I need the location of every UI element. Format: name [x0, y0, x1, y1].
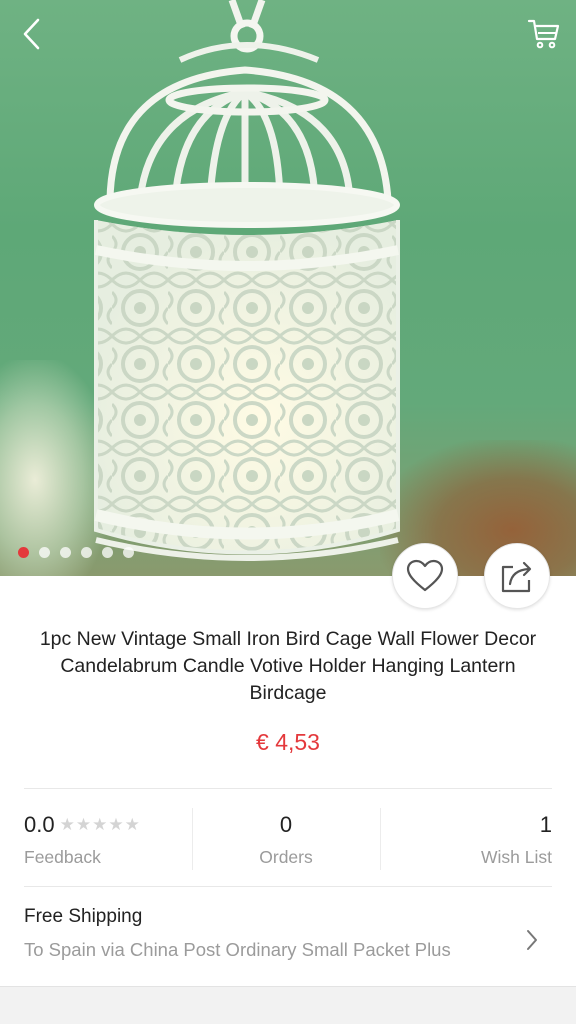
feedback-label: Feedback: [24, 847, 101, 867]
gallery-dot[interactable]: [18, 547, 29, 558]
back-button[interactable]: [12, 14, 52, 54]
star-icon: ★: [59, 815, 75, 834]
gallery-dot[interactable]: [81, 547, 92, 558]
wishlist-count: 1: [539, 812, 552, 837]
gallery-dot[interactable]: [102, 547, 113, 558]
feedback-stat[interactable]: 0.0 ★ ★ ★ ★ ★ Feedback: [24, 808, 192, 876]
gallery-dot[interactable]: [60, 547, 71, 558]
gallery-dot[interactable]: [123, 547, 134, 558]
cart-icon: [527, 19, 560, 49]
chevron-left-icon: [23, 18, 40, 50]
heart-icon: [406, 559, 444, 592]
rating-stars: ★ ★ ★ ★ ★: [60, 816, 140, 833]
wishlist-label: Wish List: [481, 847, 552, 867]
star-icon: ★: [92, 815, 108, 834]
shipping-detail: To Spain via China Post Ordinary Small P…: [24, 939, 451, 960]
cart-button[interactable]: [524, 14, 564, 54]
product-stats: 0.0 ★ ★ ★ ★ ★ Feedback 0 Orders 1 Wish List: [24, 808, 552, 876]
gallery-dot[interactable]: [39, 547, 50, 558]
section-separator: [0, 986, 576, 1024]
product-image-gallery[interactable]: [0, 0, 576, 576]
orders-label: Orders: [259, 847, 313, 867]
share-button[interactable]: [484, 543, 550, 609]
orders-count: 0: [279, 812, 293, 837]
share-icon: [501, 561, 532, 593]
shipping-row[interactable]: Free Shipping To Spain via China Post Or…: [24, 902, 552, 976]
shipping-title: Free Shipping: [24, 906, 143, 927]
divider: [24, 788, 552, 789]
star-icon: ★: [108, 815, 124, 834]
product-image: [94, 0, 400, 561]
divider: [24, 886, 552, 887]
wishlist-stat: 1 Wish List: [380, 808, 552, 876]
chevron-right-icon: [527, 930, 537, 950]
gallery-pagination: [18, 547, 134, 558]
orders-stat: 0 Orders: [192, 808, 380, 876]
star-icon: ★: [75, 815, 92, 834]
product-price: € 4,53: [256, 729, 320, 755]
rating-value: 0.0: [24, 812, 55, 837]
star-icon: ★: [124, 815, 140, 834]
product-title: 1pc New Vintage Small Iron Bird Cage Wal…: [39, 628, 537, 704]
add-to-wishlist-button[interactable]: [392, 543, 458, 609]
